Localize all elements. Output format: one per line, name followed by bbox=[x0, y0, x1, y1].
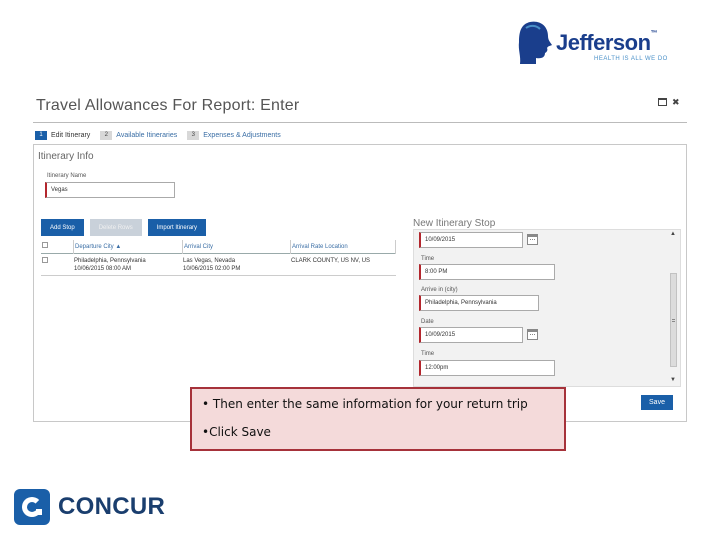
departure-date-input[interactable]: 10/09/2015 bbox=[419, 232, 523, 248]
itinerary-stops-table: Departure City ▲ Arrival City Arrival Ra… bbox=[41, 239, 396, 276]
callout-line-return-trip: • Then enter the same information for yo… bbox=[202, 397, 528, 411]
jefferson-wordmark: Jefferson™ bbox=[556, 30, 658, 55]
arrival-date-input[interactable]: 10/09/2015 bbox=[419, 327, 523, 343]
header-arrival-rate-location[interactable]: Arrival Rate Location bbox=[291, 239, 396, 254]
jefferson-tagline: HEALTH IS ALL WE DO bbox=[594, 56, 668, 62]
calendar-icon[interactable] bbox=[527, 234, 538, 245]
concur-wordmark: CONCUR bbox=[58, 493, 166, 520]
step-expenses-adjustments[interactable]: 3 Expenses & Adjustments bbox=[187, 131, 281, 140]
step-edit-itinerary[interactable]: 1 Edit Itinerary bbox=[35, 131, 90, 140]
itinerary-name-input[interactable]: Vegas bbox=[45, 182, 175, 198]
cell-rate-location: CLARK COUNTY, US NV, US bbox=[291, 258, 371, 264]
table-row[interactable]: Philadelphia, Pennsylvania 10/06/2015 08… bbox=[41, 254, 396, 276]
arrive-in-city-label: Arrive in (city) bbox=[421, 287, 458, 293]
arrive-in-city-input[interactable]: Philadelphia, Pennsylvania bbox=[419, 295, 539, 311]
jefferson-logo: Jefferson™ HEALTH IS ALL WE DO bbox=[516, 20, 686, 66]
scroll-down-icon[interactable]: ▼ bbox=[670, 377, 676, 383]
grip-icon bbox=[672, 319, 675, 322]
dialog-window-controls: ✖ bbox=[658, 98, 680, 107]
arrival-date-label: Date bbox=[421, 319, 434, 325]
title-divider bbox=[33, 122, 687, 123]
form-scrollbar[interactable]: ▲ ▼ bbox=[668, 229, 680, 387]
concur-c-icon bbox=[14, 489, 50, 525]
cell-departure: Philadelphia, Pennsylvania 10/06/2015 08… bbox=[74, 258, 146, 272]
header-arrival-city[interactable]: Arrival City bbox=[183, 239, 291, 254]
save-button[interactable]: Save bbox=[641, 395, 673, 410]
close-icon[interactable]: ✖ bbox=[672, 98, 680, 107]
departure-time-label: Time bbox=[421, 256, 435, 262]
wizard-steps: 1 Edit Itinerary 2 Available Itineraries… bbox=[35, 131, 291, 140]
instruction-callout: • Then enter the same information for yo… bbox=[190, 387, 566, 451]
step-available-itineraries[interactable]: 2 Available Itineraries bbox=[100, 131, 177, 140]
add-stop-button[interactable]: Add Stop bbox=[41, 219, 84, 236]
scroll-up-icon[interactable]: ▲ bbox=[670, 231, 676, 237]
row-checkbox[interactable] bbox=[42, 257, 48, 263]
callout-line-click-save: •Click Save bbox=[202, 425, 271, 439]
calendar-icon[interactable] bbox=[527, 329, 538, 340]
header-departure-city[interactable]: Departure City ▲ bbox=[74, 239, 183, 254]
arrival-time-label: Time bbox=[421, 351, 435, 357]
concur-logo: CONCUR bbox=[14, 489, 165, 525]
departure-time-input[interactable]: 8:00 PM bbox=[419, 264, 555, 280]
delete-rows-button[interactable]: Delete Rows bbox=[89, 219, 142, 236]
jefferson-profile-icon bbox=[518, 21, 552, 64]
itinerary-name-label: Itinerary Name bbox=[47, 173, 87, 179]
arrival-time-input[interactable]: 12:00pm bbox=[419, 360, 555, 376]
import-itinerary-button[interactable]: Import Itinerary bbox=[147, 219, 207, 236]
table-header: Departure City ▲ Arrival City Arrival Ra… bbox=[41, 239, 396, 254]
itinerary-toolbar: Add Stop Delete Rows Import Itinerary bbox=[41, 219, 207, 236]
scrollbar-thumb[interactable] bbox=[670, 273, 677, 367]
itinerary-info-heading: Itinerary Info bbox=[38, 151, 94, 162]
select-all-checkbox[interactable] bbox=[42, 241, 48, 248]
maximize-icon[interactable] bbox=[658, 98, 667, 106]
new-itinerary-stop-heading: New Itinerary Stop bbox=[413, 218, 496, 229]
cell-arrival: Las Vegas, Nevada 10/06/2015 02:00 PM bbox=[183, 258, 241, 272]
dialog-title: Travel Allowances For Report: Enter bbox=[36, 97, 300, 114]
